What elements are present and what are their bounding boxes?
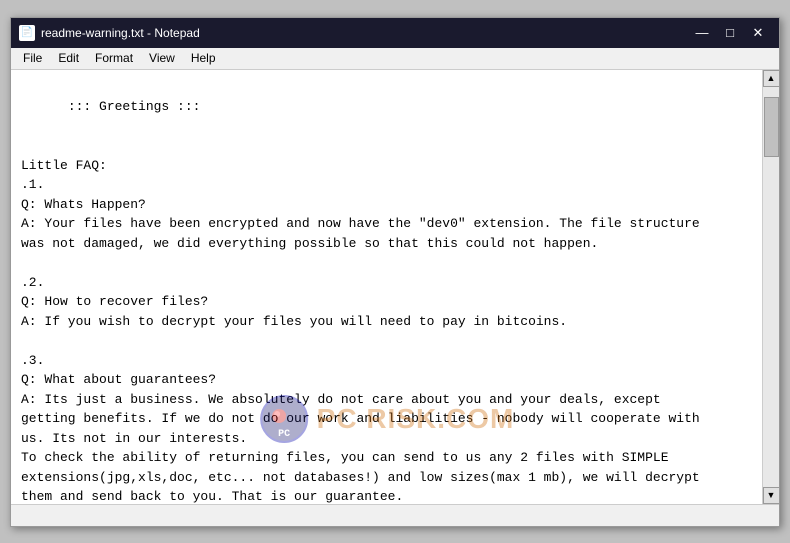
maximize-button[interactable]: □	[717, 23, 743, 43]
text-editor[interactable]: ::: Greetings ::: Little FAQ: .1. Q: Wha…	[11, 70, 762, 504]
status-bar	[11, 504, 779, 526]
vertical-scrollbar[interactable]: ▲ ▼	[762, 70, 779, 504]
svg-text:PC: PC	[278, 429, 290, 440]
menu-help[interactable]: Help	[183, 49, 224, 67]
app-icon: 📄	[19, 25, 35, 41]
scroll-up-button[interactable]: ▲	[763, 70, 780, 87]
window-controls: — □ ✕	[689, 23, 771, 43]
menu-view[interactable]: View	[141, 49, 183, 67]
content-area: ::: Greetings ::: Little FAQ: .1. Q: Wha…	[11, 70, 779, 504]
menu-format[interactable]: Format	[87, 49, 141, 67]
notepad-window: 📄 readme-warning.txt - Notepad — □ ✕ Fil…	[10, 17, 780, 527]
scroll-thumb[interactable]	[764, 97, 779, 157]
scroll-track[interactable]	[763, 87, 780, 487]
menu-file[interactable]: File	[15, 49, 50, 67]
menu-edit[interactable]: Edit	[50, 49, 87, 67]
scroll-down-button[interactable]: ▼	[763, 487, 780, 504]
document-text: ::: Greetings ::: Little FAQ: .1. Q: Wha…	[21, 99, 700, 504]
minimize-button[interactable]: —	[689, 23, 715, 43]
menu-bar: File Edit Format View Help	[11, 48, 779, 70]
title-bar: 📄 readme-warning.txt - Notepad — □ ✕	[11, 18, 779, 48]
window-title: readme-warning.txt - Notepad	[41, 26, 689, 40]
close-button[interactable]: ✕	[745, 23, 771, 43]
